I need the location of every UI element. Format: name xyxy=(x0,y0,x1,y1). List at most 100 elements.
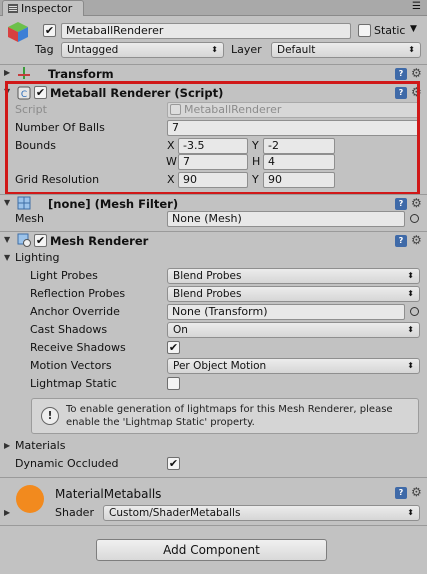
dropdown-arrow-icon: ⬍ xyxy=(407,508,414,517)
light-probes-dropdown[interactable]: Blend Probes ⬍ xyxy=(167,268,420,284)
gear-icon[interactable]: ⚙ xyxy=(411,233,422,247)
transform-title: Transform xyxy=(48,67,114,81)
script-label: Script xyxy=(15,103,47,116)
light-probes-value: Blend Probes xyxy=(173,270,242,282)
number-of-balls-label: Number Of Balls xyxy=(15,121,105,134)
gear-icon[interactable]: ⚙ xyxy=(411,66,422,80)
shader-value: Custom/ShaderMetaballs xyxy=(109,507,241,519)
mesh-renderer-title: Mesh Renderer xyxy=(50,234,149,248)
metaball-renderer-header[interactable]: ▼ C ✔ Metaball Renderer (Script) ? ⚙ xyxy=(0,84,427,102)
section-divider xyxy=(0,525,427,526)
cast-shadows-value: On xyxy=(173,324,188,336)
grid-y-field[interactable]: 90 xyxy=(263,172,335,188)
gear-icon[interactable]: ⚙ xyxy=(411,196,422,210)
bounds-y-field[interactable]: -2 xyxy=(263,138,335,154)
light-probes-label: Light Probes xyxy=(30,269,98,282)
object-picker-icon[interactable] xyxy=(410,307,419,316)
section-divider xyxy=(0,477,427,478)
material-preview-icon xyxy=(16,485,44,513)
grid-x-label[interactable]: X xyxy=(167,173,175,187)
mesh-filter-icon xyxy=(17,196,31,210)
tag-value: Untagged xyxy=(67,44,119,56)
bounds-y-label[interactable]: Y xyxy=(252,139,259,153)
inspector-tab-bar: Inspector ☰ xyxy=(0,0,427,16)
help-icon[interactable]: ? xyxy=(395,68,407,80)
help-icon[interactable]: ? xyxy=(395,487,407,499)
lightmap-static-checkbox[interactable] xyxy=(167,377,180,390)
bounds-x-label[interactable]: X xyxy=(167,139,175,153)
grid-y-label[interactable]: Y xyxy=(252,173,259,187)
anchor-override-field[interactable]: None (Transform) xyxy=(167,304,405,320)
number-of-balls-field[interactable]: 7 xyxy=(167,120,420,136)
mesh-renderer-enabled-checkbox[interactable]: ✔ xyxy=(34,234,47,247)
mesh-field[interactable]: None (Mesh) xyxy=(167,211,405,227)
inspector-tab[interactable]: Inspector xyxy=(2,0,84,16)
mesh-renderer-icon xyxy=(17,233,31,247)
bounds-label: Bounds xyxy=(15,139,56,152)
cast-shadows-label: Cast Shadows xyxy=(30,323,108,336)
tab-menu-icon[interactable]: ☰ xyxy=(412,1,421,12)
material-name: MaterialMetaballs xyxy=(55,487,162,501)
layer-value: Default xyxy=(277,44,316,56)
materials-label[interactable]: Materials xyxy=(15,439,65,453)
inspector-tab-label: Inspector xyxy=(21,2,73,15)
foldout-arrow-icon[interactable]: ▼ xyxy=(4,233,10,247)
motion-vectors-label: Motion Vectors xyxy=(30,359,112,372)
metaball-enabled-checkbox[interactable]: ✔ xyxy=(34,86,47,99)
tag-dropdown[interactable]: Untagged ⬍ xyxy=(61,42,224,58)
bounds-w-field[interactable]: 7 xyxy=(178,154,248,170)
gear-icon[interactable]: ⚙ xyxy=(411,85,422,99)
lightmap-help-text: To enable generation of lightmaps for th… xyxy=(66,404,393,428)
lighting-label[interactable]: Lighting xyxy=(15,251,59,265)
reflection-probes-dropdown[interactable]: Blend Probes ⬍ xyxy=(167,286,420,302)
grid-resolution-label: Grid Resolution xyxy=(15,173,100,186)
reflection-probes-label: Reflection Probes xyxy=(30,287,126,300)
add-component-button[interactable]: Add Component xyxy=(96,539,327,561)
transform-header[interactable]: ▶ Transform ? ⚙ xyxy=(0,64,427,82)
inspector-icon xyxy=(8,4,18,13)
gear-icon[interactable]: ⚙ xyxy=(411,485,422,499)
script-value: MetaballRenderer xyxy=(184,103,282,116)
static-dropdown-arrow-icon[interactable]: ▼ xyxy=(410,24,417,34)
reflection-probes-value: Blend Probes xyxy=(173,288,242,300)
dropdown-arrow-icon: ⬍ xyxy=(407,271,414,280)
foldout-arrow-icon[interactable]: ▼ xyxy=(4,85,10,99)
object-name-field[interactable]: MetaballRenderer xyxy=(61,23,351,39)
help-icon[interactable]: ? xyxy=(395,235,407,247)
grid-x-field[interactable]: 90 xyxy=(178,172,248,188)
bounds-x-field[interactable]: -3.5 xyxy=(178,138,248,154)
dropdown-arrow-icon: ⬍ xyxy=(407,289,414,298)
foldout-arrow-icon[interactable]: ▼ xyxy=(4,196,10,210)
object-picker-icon[interactable] xyxy=(410,214,419,223)
dropdown-arrow-icon: ⬍ xyxy=(211,45,218,54)
motion-vectors-dropdown[interactable]: Per Object Motion ⬍ xyxy=(167,358,420,374)
bounds-h-label[interactable]: H xyxy=(252,155,260,169)
shader-dropdown[interactable]: Custom/ShaderMetaballs ⬍ xyxy=(103,505,420,521)
mesh-label: Mesh xyxy=(15,212,44,225)
help-icon[interactable]: ? xyxy=(395,198,407,210)
bounds-h-field[interactable]: 4 xyxy=(263,154,335,170)
dropdown-arrow-icon: ⬍ xyxy=(408,45,415,54)
receive-shadows-label: Receive Shadows xyxy=(30,341,126,354)
mesh-filter-header[interactable]: ▼ [none] (Mesh Filter) ? ⚙ xyxy=(0,194,427,212)
dynamic-occluded-checkbox[interactable]: ✔ xyxy=(167,457,180,470)
static-checkbox[interactable] xyxy=(358,24,371,37)
layer-dropdown[interactable]: Default ⬍ xyxy=(271,42,421,58)
mesh-renderer-header[interactable]: ▼ ✔ Mesh Renderer ? ⚙ xyxy=(0,231,427,249)
foldout-arrow-icon[interactable]: ▶ xyxy=(4,66,10,80)
bounds-w-label[interactable]: W xyxy=(166,155,177,169)
static-label: Static xyxy=(374,24,406,37)
materials-foldout-icon[interactable]: ▶ xyxy=(4,439,10,453)
transform-icon xyxy=(18,67,30,79)
script-icon: C xyxy=(17,86,31,100)
lighting-foldout-icon[interactable]: ▼ xyxy=(4,251,10,265)
help-icon[interactable]: ? xyxy=(395,87,407,99)
cast-shadows-dropdown[interactable]: On ⬍ xyxy=(167,322,420,338)
object-active-checkbox[interactable]: ✔ xyxy=(43,24,56,37)
dropdown-arrow-icon: ⬍ xyxy=(407,361,414,370)
svg-text:C: C xyxy=(21,90,27,100)
material-foldout-icon[interactable]: ▶ xyxy=(4,506,10,520)
shader-label: Shader xyxy=(55,506,94,519)
receive-shadows-checkbox[interactable]: ✔ xyxy=(167,341,180,354)
anchor-override-label: Anchor Override xyxy=(30,305,120,318)
